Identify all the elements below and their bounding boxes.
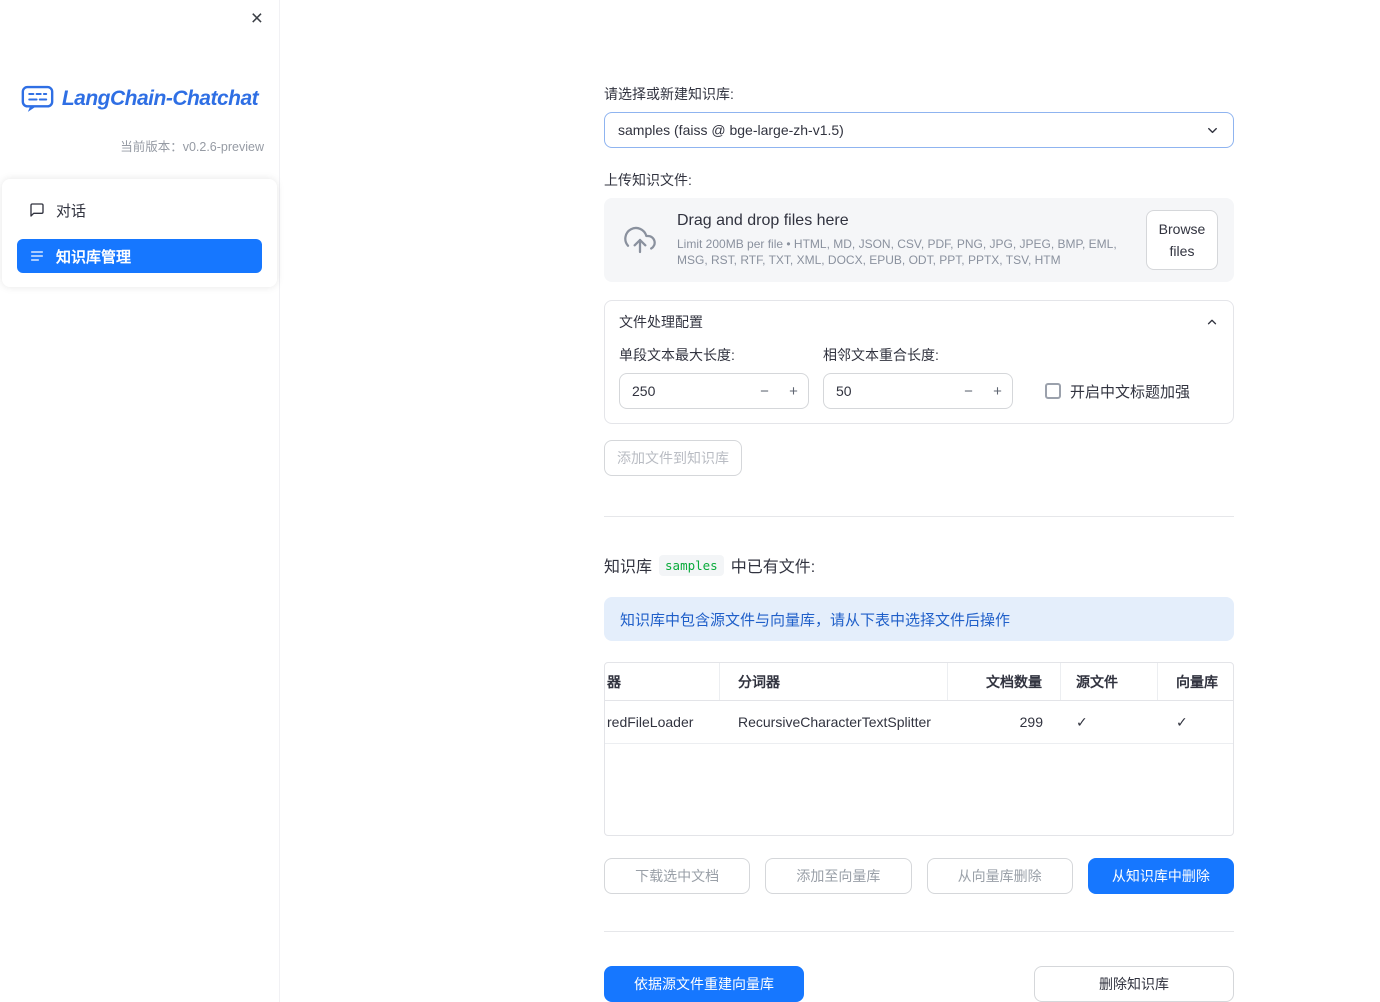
info-banner-text: 知识库中包含源文件与向量库，请从下表中选择文件后操作 [620, 611, 1011, 629]
chunk-size-field: 单段文本最大长度: 250 − + [619, 345, 809, 409]
divider [604, 931, 1234, 932]
upload-label: 上传知识文件: [604, 172, 692, 188]
cell-source-file-check: ✓ [1076, 713, 1088, 730]
file-config-body: 单段文本最大长度: 250 − + 相邻文本重合长度: 50 − + 开启中文标… [605, 343, 1233, 423]
chunk-size-value[interactable]: 250 [620, 383, 750, 399]
cell-loader: redFileLoader [607, 714, 694, 730]
app-logo-text: LangChain-Chatchat [61, 87, 259, 110]
info-banner: 知识库中包含源文件与向量库，请从下表中选择文件后操作 [604, 597, 1234, 641]
chunk-size-label: 单段文本最大长度: [619, 347, 735, 363]
column-header-loader: 器 [605, 663, 720, 700]
chunk-size-input[interactable]: 250 − + [619, 373, 809, 409]
zh-title-enhance-field: 开启中文标题加强 [1045, 373, 1190, 409]
cell-splitter: RecursiveCharacterTextSplitter [738, 714, 931, 730]
zh-title-enhance-label[interactable]: 开启中文标题加强 [1070, 381, 1190, 402]
kb-management-panel: 请选择或新建知识库: samples (faiss @ bge-large-zh… [604, 0, 1234, 1002]
kb-select-value: samples (faiss @ bge-large-zh-v1.5) [618, 122, 844, 138]
rebuild-vector-store-button[interactable]: 依据源文件重建向量库 [604, 966, 804, 1002]
column-header-vector-store: 向量库 [1176, 673, 1218, 690]
knowledge-base-icon [29, 248, 45, 264]
chevron-down-icon [1205, 123, 1220, 138]
sidebar-menu: 对话 知识库管理 [2, 179, 277, 287]
add-to-vector-store-button[interactable]: 添加至向量库 [765, 858, 912, 894]
kb-select-label: 请选择或新建知识库: [604, 86, 734, 102]
chunk-overlap-value[interactable]: 50 [824, 383, 954, 399]
file-config-title: 文件处理配置 [619, 314, 703, 330]
file-actions-row: 下载选中文档 添加至向量库 从向量库删除 从知识库中删除 [604, 858, 1234, 894]
files-table-header: 器 分词器 文档数量 源文件 向量库 [605, 663, 1233, 701]
file-config-header[interactable]: 文件处理配置 [605, 301, 1233, 343]
sidebar-item-kb-management[interactable]: 知识库管理 [17, 239, 262, 273]
browse-files-button[interactable]: Browse files [1146, 209, 1218, 271]
plus-icon[interactable]: + [779, 383, 808, 400]
delete-from-vector-store-button[interactable]: 从向量库删除 [926, 858, 1073, 894]
sidebar-item-chat[interactable]: 对话 [17, 193, 262, 227]
delete-from-kb-button[interactable]: 从知识库中删除 [1087, 858, 1234, 894]
chevron-up-icon [1205, 315, 1219, 329]
dropzone-limits: Limit 200MB per file • HTML, MD, JSON, C… [677, 236, 1117, 267]
delete-kb-button[interactable]: 删除知识库 [1034, 966, 1234, 1002]
existing-files-suffix: 中已有文件: [730, 559, 816, 576]
dropzone-instruction: Drag and drop files here [677, 211, 849, 229]
sidebar-close-button[interactable]: × [247, 4, 267, 33]
chat-bubble-icon [29, 202, 45, 218]
minus-icon[interactable]: − [954, 383, 983, 400]
kb-name-code: samples [659, 554, 724, 576]
cloud-upload-icon [620, 224, 660, 256]
divider [604, 516, 1234, 517]
kb-select[interactable]: samples (faiss @ bge-large-zh-v1.5) [604, 112, 1234, 148]
sidebar-item-label: 知识库管理 [56, 248, 132, 266]
file-config-expander: 文件处理配置 单段文本最大长度: 250 − + 相邻文本重合长度: 50 − … [604, 300, 1234, 424]
column-header-doc-count: 文档数量 [948, 663, 1061, 700]
file-dropzone[interactable]: Drag and drop files here Limit 200MB per… [604, 198, 1234, 282]
chunk-overlap-input[interactable]: 50 − + [823, 373, 1013, 409]
column-header-splitter: 分词器 [720, 663, 948, 700]
existing-files-heading: 知识库 samples 中已有文件: [604, 553, 1234, 577]
app-page: × LangChain-Chatchat 当前版本：v0.2.6-preview [0, 0, 1380, 1002]
add-files-to-kb-button[interactable]: 添加文件到知识库 [604, 440, 742, 476]
table-row[interactable]: redFileLoader RecursiveCharacterTextSpli… [605, 701, 1233, 744]
app-logo: LangChain-Chatchat [0, 84, 279, 114]
zh-title-enhance-checkbox[interactable] [1045, 383, 1061, 399]
cell-doc-count: 299 [1019, 714, 1043, 730]
cell-vector-store-check: ✓ [1176, 713, 1188, 730]
download-selected-button[interactable]: 下载选中文档 [604, 858, 751, 894]
logo-chat-icon [21, 84, 54, 114]
sidebar-item-label: 对话 [56, 202, 87, 220]
dropzone-texts: Drag and drop files here Limit 200MB per… [677, 212, 1129, 268]
plus-icon[interactable]: + [983, 383, 1012, 400]
chunk-overlap-label: 相邻文本重合长度: [823, 347, 939, 363]
existing-files-prefix: 知识库 [604, 559, 653, 576]
kb-actions-row: 依据源文件重建向量库 删除知识库 [604, 966, 1234, 1002]
sidebar: × LangChain-Chatchat 当前版本：v0.2.6-preview [0, 0, 280, 1002]
files-table: 器 分词器 文档数量 源文件 向量库 redFileLoader Recursi… [604, 662, 1234, 836]
chunk-overlap-field: 相邻文本重合长度: 50 − + [823, 345, 1013, 409]
column-header-source-file: 源文件 [1061, 663, 1158, 700]
version-label: 当前版本：v0.2.6-preview [120, 140, 264, 154]
minus-icon[interactable]: − [750, 383, 779, 400]
